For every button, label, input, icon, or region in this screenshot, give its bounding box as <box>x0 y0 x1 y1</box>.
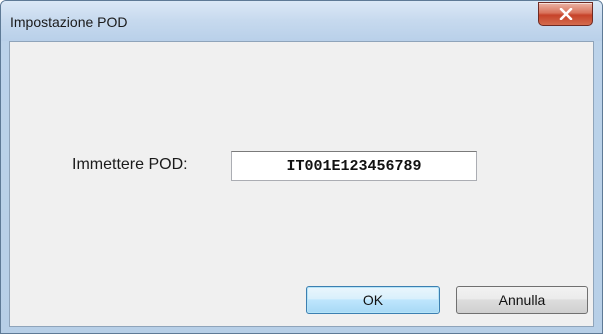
close-icon <box>559 8 573 20</box>
window-title: Impostazione POD <box>10 14 128 30</box>
cancel-button[interactable]: Annulla <box>456 286 588 314</box>
dialog-content: Immettere POD: OK Annulla <box>9 41 594 327</box>
dialog-window: Impostazione POD Immettere POD: OK Annul… <box>0 0 603 334</box>
close-button[interactable] <box>538 2 593 26</box>
ok-button[interactable]: OK <box>306 286 440 314</box>
pod-label: Immettere POD: <box>72 156 188 173</box>
title-bar[interactable]: Impostazione POD <box>1 1 602 41</box>
pod-input[interactable] <box>231 151 477 181</box>
